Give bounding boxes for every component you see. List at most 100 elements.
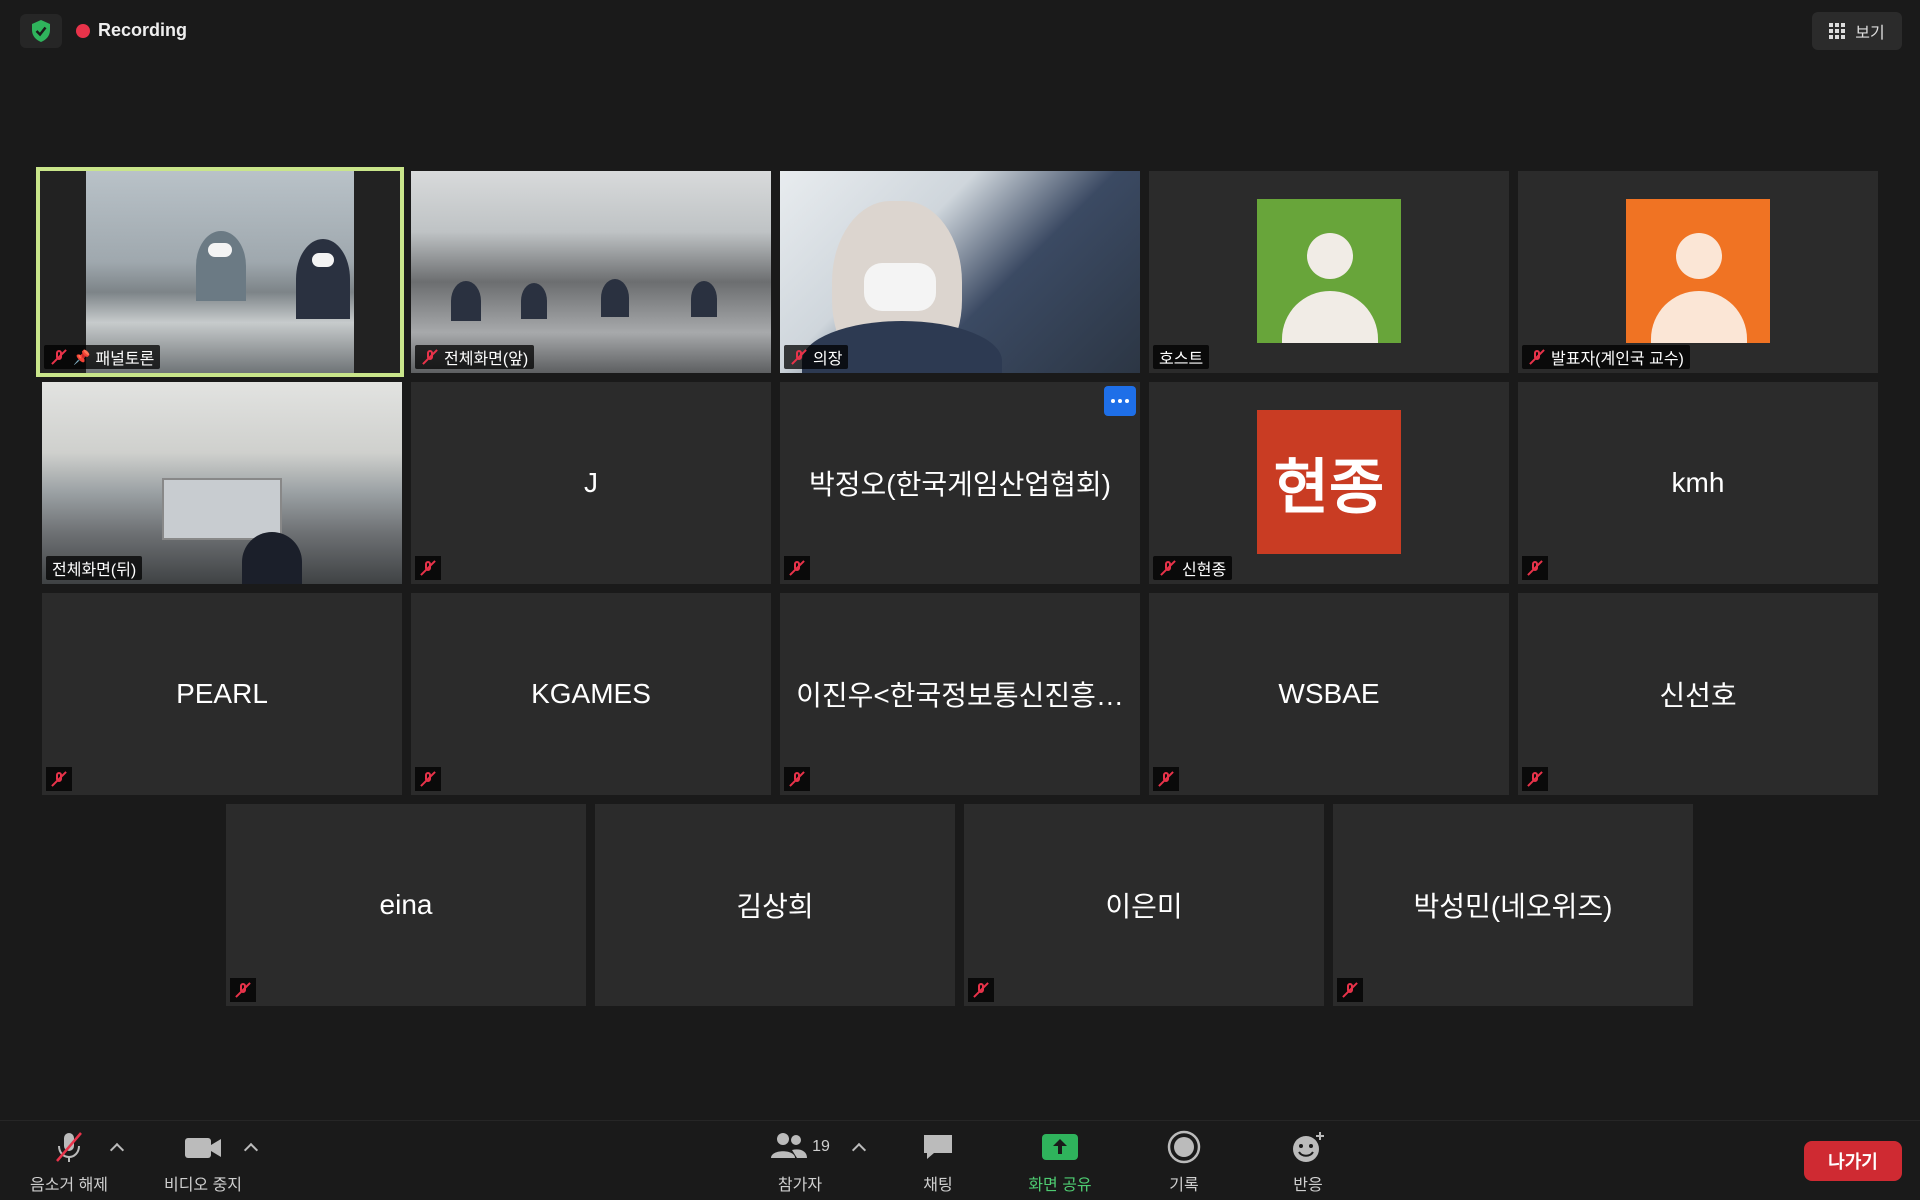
participant-tile[interactable]: 의장 — [780, 171, 1140, 373]
grid-view-icon — [1829, 23, 1846, 39]
meeting-toolbar: 음소거 해제 비디오 중지 19 참가자 채팅 화면 공유 기록 반응 나가기 — [0, 1120, 1920, 1200]
participant-label: 📌 패널토론 — [44, 345, 161, 369]
participant-name: WSBAE — [1278, 678, 1380, 709]
record-label: 기록 — [1169, 1177, 1199, 1194]
participant-tile[interactable]: eina — [226, 804, 586, 1006]
participant-tile[interactable]: 📌 패널토론 — [36, 167, 404, 377]
mic-muted-icon — [1528, 348, 1546, 366]
participant-tile[interactable]: 호스트 — [1149, 171, 1509, 373]
participant-tile[interactable]: 이은미 — [964, 804, 1324, 1006]
participant-name: 패널토론 — [95, 351, 155, 368]
mic-muted-icon — [415, 767, 441, 791]
participant-tile[interactable]: KGAMES — [411, 593, 771, 795]
mic-muted-icon — [421, 348, 439, 366]
participant-name: 이진우<한국정보통신진흥… — [796, 680, 1124, 711]
participant-tile[interactable]: WSBAE — [1149, 593, 1509, 795]
video-feed — [86, 171, 354, 373]
recording-indicator[interactable]: Recording — [76, 20, 187, 41]
mic-muted-icon — [230, 978, 256, 1002]
participant-tile[interactable]: J — [411, 382, 771, 584]
participant-name: J — [584, 467, 598, 498]
mic-muted-icon — [415, 556, 441, 580]
participant-name: 전체화면(뒤) — [52, 562, 137, 579]
participant-name: eina — [379, 889, 433, 920]
participant-name: 신선호 — [1659, 680, 1737, 711]
participant-tile[interactable]: 김상희 — [595, 804, 955, 1006]
participant-tile[interactable]: kmh — [1518, 382, 1878, 584]
participant-name: 박정오(한국게임산업협회) — [808, 469, 1111, 500]
mic-muted-icon — [784, 767, 810, 791]
avatar — [1257, 199, 1401, 343]
mic-muted-icon — [50, 348, 68, 366]
participant-name: 호스트 — [1159, 351, 1204, 368]
participant-tile[interactable]: 전체화면(앞) — [411, 171, 771, 373]
participant-name: 박성민(네오위즈) — [1413, 891, 1613, 922]
participant-name: 신현종 — [1182, 562, 1227, 579]
participant-label: 발표자(계인국 교수) — [1522, 345, 1690, 369]
share-screen-button[interactable]: 화면 공유 — [1020, 1129, 1100, 1195]
mic-muted-icon — [1522, 556, 1548, 580]
mic-muted-icon — [1337, 978, 1363, 1002]
participant-tile[interactable]: 박성민(네오위즈) — [1333, 804, 1693, 1006]
reactions-button[interactable]: 반응 — [1268, 1129, 1348, 1195]
chat-icon — [921, 1129, 955, 1165]
participant-label: 전체화면(앞) — [415, 345, 535, 369]
participant-tile[interactable]: PEARL — [42, 593, 402, 795]
mic-muted-icon — [46, 767, 72, 791]
participant-tile[interactable]: 박정오(한국게임산업협회) — [780, 382, 1140, 584]
participant-tile[interactable]: 이진우<한국정보통신진흥… — [780, 593, 1140, 795]
participant-name: 전체화면(앞) — [444, 351, 529, 368]
mic-muted-icon — [784, 556, 810, 580]
chat-button[interactable]: 채팅 — [898, 1129, 978, 1195]
stop-video-button[interactable]: 비디오 중지 — [158, 1129, 248, 1195]
mic-muted-icon — [968, 978, 994, 1002]
participant-name: kmh — [1671, 467, 1725, 498]
recording-label: Recording — [98, 20, 188, 40]
participant-name: PEARL — [176, 678, 268, 709]
more-options-button[interactable] — [1104, 386, 1136, 416]
participant-tile[interactable]: 현종 신현종 — [1149, 382, 1509, 584]
video-feed — [780, 171, 1140, 373]
participant-tile[interactable]: 발표자(계인국 교수) — [1518, 171, 1878, 373]
participant-label: 호스트 — [1153, 345, 1210, 369]
unmute-label: 음소거 해제 — [29, 1177, 109, 1194]
participant-tile[interactable]: 신선호 — [1518, 593, 1878, 795]
participants-count: 19 — [812, 1138, 830, 1155]
pin-icon: 📌 — [73, 348, 91, 365]
participant-name: 이은미 — [1105, 891, 1183, 922]
participant-name: KGAMES — [531, 678, 651, 709]
video-camera-icon — [183, 1129, 223, 1165]
reaction-emoji-icon — [1290, 1129, 1326, 1165]
stop-video-label: 비디오 중지 — [163, 1177, 243, 1194]
participant-label: 신현종 — [1153, 556, 1233, 580]
mic-muted-icon — [1522, 767, 1548, 791]
video-feed — [42, 382, 402, 584]
chat-label: 채팅 — [923, 1177, 953, 1194]
unmute-button[interactable]: 음소거 해제 — [24, 1129, 114, 1195]
participant-name: 발표자(계인국 교수) — [1551, 351, 1684, 368]
video-feed — [411, 171, 771, 373]
avatar: 현종 — [1257, 410, 1401, 554]
mic-off-icon — [51, 1129, 87, 1165]
record-icon — [1167, 1129, 1201, 1165]
participant-label: 전체화면(뒤) — [46, 556, 143, 580]
participants-icon — [770, 1130, 808, 1165]
mic-muted-icon — [1159, 559, 1177, 577]
participant-label: 의장 — [784, 345, 849, 369]
share-screen-icon — [1041, 1129, 1079, 1165]
view-button[interactable]: 보기 — [1812, 12, 1902, 50]
record-button[interactable]: 기록 — [1144, 1129, 1224, 1195]
participant-name: 의장 — [813, 351, 843, 368]
leave-button[interactable]: 나가기 — [1804, 1141, 1902, 1181]
reactions-label: 반응 — [1293, 1177, 1323, 1194]
view-label: 보기 — [1855, 25, 1885, 42]
recording-dot-icon — [76, 23, 90, 38]
participant-name: 김상희 — [736, 891, 814, 922]
security-shield-icon[interactable] — [20, 14, 62, 48]
participants-label: 참가자 — [777, 1177, 823, 1194]
share-screen-label: 화면 공유 — [1028, 1177, 1092, 1194]
participant-tile[interactable]: 전체화면(뒤) — [42, 382, 402, 584]
mic-muted-icon — [1153, 767, 1179, 791]
participants-button[interactable]: 19 참가자 — [760, 1129, 840, 1195]
participants-options-chevron-icon[interactable] — [851, 1142, 867, 1158]
